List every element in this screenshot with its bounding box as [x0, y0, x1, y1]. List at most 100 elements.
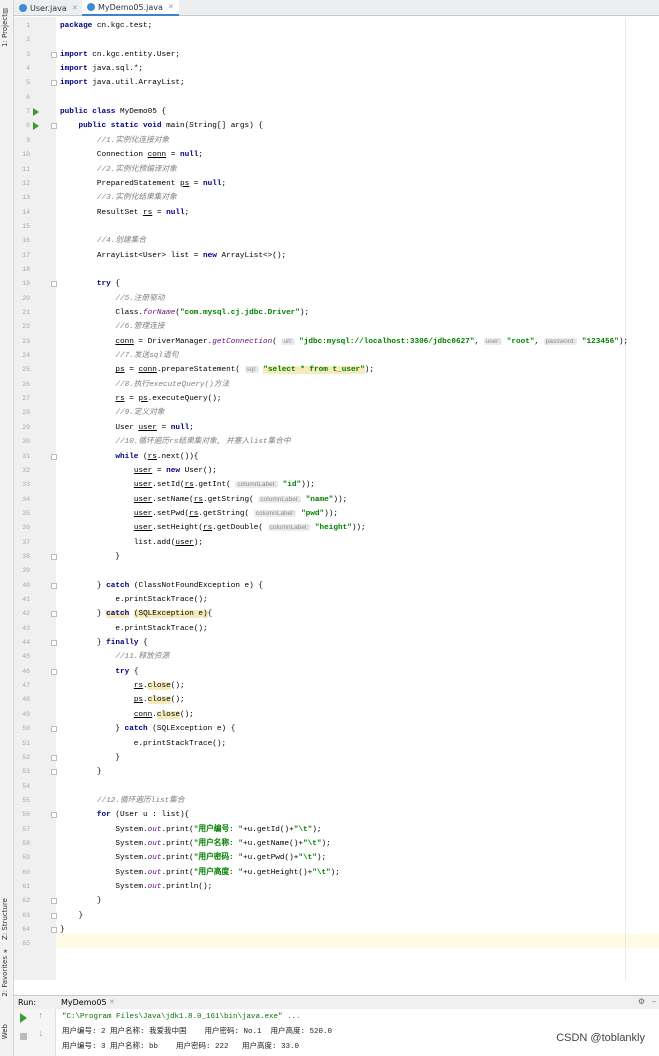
code-line[interactable]: System.out.print("用户高度: "+u.getHeight()+… — [60, 866, 340, 880]
code-line[interactable]: user.setHeight(rs.getDouble( columnLabel… — [60, 521, 366, 535]
code-line[interactable]: //12.循环遍历list集合 — [60, 794, 185, 808]
fold-marker-icon[interactable] — [51, 453, 57, 460]
close-icon[interactable]: ✕ — [72, 4, 78, 12]
code-line[interactable]: //4.创建集合 — [60, 234, 146, 248]
minimize-icon[interactable]: – — [652, 997, 656, 1006]
code-line[interactable]: rs.close(); — [60, 679, 185, 693]
code-line[interactable]: Class.forName("com.mysql.cj.jdbc.Driver"… — [60, 306, 309, 320]
code-line[interactable]: System.out.print("用户密码: "+u.getPwd()+"\t… — [60, 851, 326, 865]
code-line[interactable]: } — [60, 550, 120, 564]
code-line[interactable]: Connection conn = null; — [60, 148, 203, 162]
code-line[interactable]: ArrayList<User> list = new ArrayList<>()… — [60, 249, 286, 263]
code-line[interactable]: public class MyDemo05 { — [60, 105, 166, 119]
run-gutter-icon[interactable] — [33, 122, 39, 131]
fold-marker-icon[interactable] — [51, 812, 57, 819]
console-command: "C:\Program Files\Java\jdk1.8.0_161\bin\… — [62, 1013, 301, 1021]
fold-marker-icon[interactable] — [51, 726, 57, 733]
code-line[interactable]: } catch (SQLException e){ — [60, 607, 212, 621]
code-line[interactable]: System.out.print("用户名称: "+u.getName()+"\… — [60, 837, 330, 851]
code-line[interactable]: while (rs.next()){ — [60, 450, 198, 464]
close-icon[interactable]: ✕ — [168, 3, 174, 11]
code-line[interactable]: System.out.print("用户编号: "+u.getId()+"\t"… — [60, 823, 321, 837]
code-line[interactable]: User user = null; — [60, 421, 193, 435]
tab-mydemo05-java[interactable]: MyDemo05.java ✕ — [82, 0, 179, 16]
fold-marker-icon[interactable] — [51, 123, 57, 130]
fold-marker-icon[interactable] — [51, 912, 57, 919]
close-icon[interactable]: ✕ — [109, 998, 115, 1006]
code-line[interactable]: } — [60, 923, 65, 937]
code-line[interactable]: for (User u : list){ — [60, 808, 189, 822]
code-line[interactable]: } finally { — [60, 636, 148, 650]
up-arrow-icon[interactable]: ↑ — [38, 1011, 43, 1021]
code-line[interactable]: import java.util.ArrayList; — [60, 76, 185, 90]
line-number: 51 — [22, 739, 30, 747]
tab-user-java[interactable]: User.java ✕ — [14, 0, 83, 16]
code-line[interactable]: } — [60, 909, 83, 923]
line-number: 21 — [22, 309, 30, 316]
favorites-tool-tab[interactable]: 2: Favorites — [1, 956, 9, 997]
stop-icon[interactable] — [20, 1033, 27, 1040]
code-line[interactable]: //10.循环遍历rs结果集对象, 并塞入list集合中 — [60, 435, 290, 449]
code-line[interactable]: //3.实例化结果集对象 — [60, 191, 177, 205]
code-line[interactable]: //8.执行executeQuery()方法 — [60, 378, 229, 392]
code-line[interactable]: } catch (ClassNotFoundException e) { — [60, 579, 263, 593]
code-line[interactable]: import cn.kgc.entity.User; — [60, 48, 180, 62]
code-line[interactable]: user.setName(rs.getString( columnLabel: … — [60, 493, 347, 507]
gear-icon[interactable]: ⚙ — [638, 997, 645, 1006]
code-line[interactable]: //6.管理连接 — [60, 320, 164, 334]
code-line[interactable]: } — [60, 765, 102, 779]
fold-marker-icon[interactable] — [51, 281, 57, 288]
code-line[interactable]: System.out.println(); — [60, 880, 212, 894]
run-gutter-icon[interactable] — [33, 108, 39, 117]
code-line[interactable]: ps.close(); — [60, 693, 185, 707]
fold-marker-icon[interactable] — [51, 553, 57, 560]
structure-tool-tab[interactable]: Z: Structure — [1, 898, 9, 940]
fold-marker-icon[interactable] — [51, 582, 57, 589]
fold-marker-icon[interactable] — [51, 611, 57, 618]
run-config-tab[interactable]: MyDemo05 — [61, 998, 107, 1007]
fold-marker-icon[interactable] — [51, 51, 57, 58]
project-tool-tab[interactable]: 1: Project — [1, 14, 9, 47]
code-line[interactable]: import java.sql.*; — [60, 62, 143, 76]
rerun-icon[interactable] — [20, 1013, 27, 1023]
code-line[interactable]: package cn.kgc.test; — [60, 19, 152, 33]
line-number: 37 — [22, 538, 30, 546]
fold-marker-icon[interactable] — [51, 769, 57, 776]
code-line[interactable]: e.printStackTrace(); — [60, 737, 226, 751]
code-line[interactable]: conn.close(); — [60, 708, 194, 722]
code-line[interactable]: user.setId(rs.getInt( columnLabel: "id")… — [60, 478, 315, 492]
fold-marker-icon[interactable] — [51, 927, 57, 934]
code-line[interactable]: //5.注册驱动 — [60, 292, 164, 306]
code-line[interactable]: user = new User(); — [60, 464, 217, 478]
code-line[interactable]: //7.发送sql语句 — [60, 349, 178, 363]
code-line[interactable]: list.add(user); — [60, 536, 203, 550]
code-line[interactable]: user.setPwd(rs.getString( columnLabel: "… — [60, 507, 338, 521]
down-arrow-icon[interactable]: ↓ — [38, 1029, 43, 1039]
fold-marker-icon[interactable] — [51, 898, 57, 905]
fold-marker-icon[interactable] — [51, 80, 57, 87]
web-tool-tab[interactable]: Web — [1, 1024, 9, 1039]
code-line[interactable]: conn = DriverManager.getConnection( url:… — [60, 335, 628, 349]
fold-marker-icon[interactable] — [51, 668, 57, 675]
code-line[interactable]: //1.实例化连接对象 — [60, 134, 169, 148]
code-line[interactable]: //11.释放资源 — [60, 650, 169, 664]
code-line[interactable]: try { — [60, 665, 138, 679]
line-number: 15 — [22, 222, 30, 230]
code-line[interactable]: e.printStackTrace(); — [60, 622, 207, 636]
code-line[interactable]: //9.定义对象 — [60, 406, 164, 420]
code-line[interactable]: e.printStackTrace(); — [60, 593, 207, 607]
code-line[interactable]: public static void main(String[] args) { — [60, 119, 263, 133]
code-line[interactable]: try { — [60, 277, 120, 291]
code-line[interactable]: ResultSet rs = null; — [60, 206, 189, 220]
fold-marker-icon[interactable] — [51, 754, 57, 761]
code-line[interactable]: } — [60, 751, 120, 765]
favorites-star-icon[interactable]: ★ — [3, 946, 8, 956]
code-line[interactable]: } catch (SQLException e) { — [60, 722, 235, 736]
code-line[interactable]: rs = ps.executeQuery(); — [60, 392, 221, 406]
fold-marker-icon[interactable] — [51, 640, 57, 647]
code-line[interactable]: PreparedStatement ps = null; — [60, 177, 226, 191]
code-line[interactable]: //2.实例化预编译对象 — [60, 163, 177, 177]
code-line[interactable]: ps = conn.prepareStatement( sql: "select… — [60, 363, 374, 377]
code-line[interactable]: } — [60, 894, 102, 908]
line-number: 58 — [22, 839, 30, 847]
